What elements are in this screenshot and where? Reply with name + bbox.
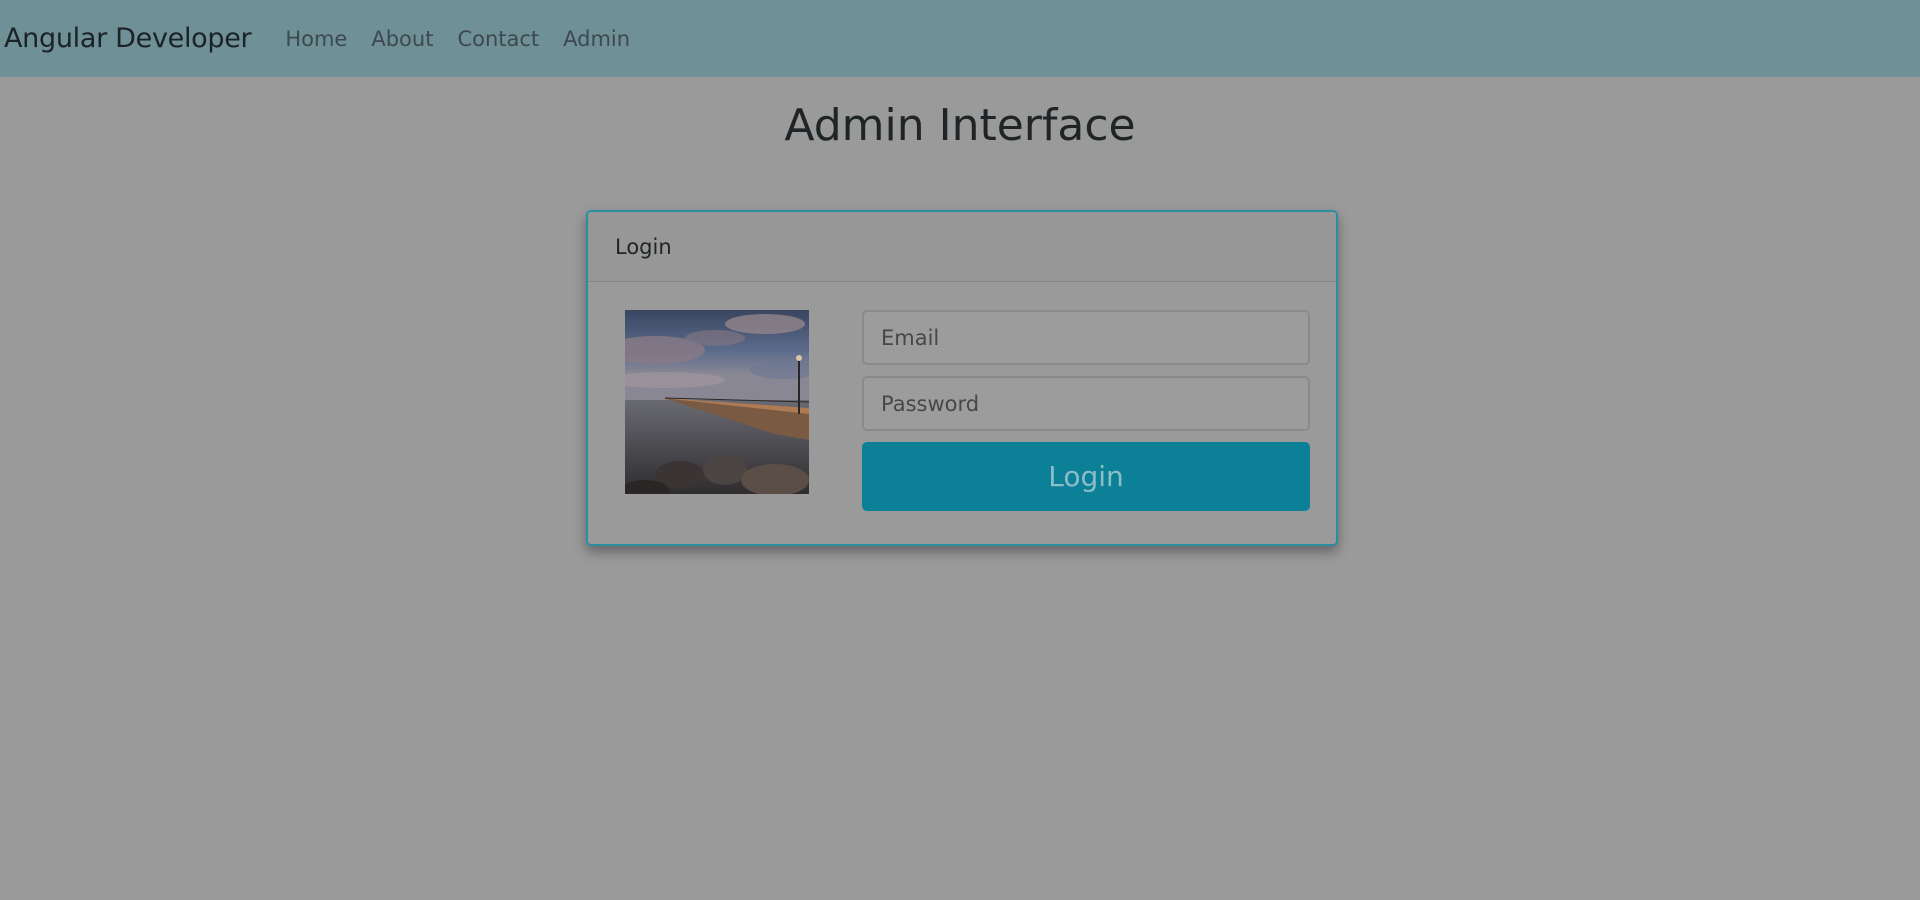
login-card-header: Login bbox=[588, 212, 1336, 282]
nav-links: Home About Contact Admin bbox=[285, 27, 630, 51]
password-field[interactable] bbox=[862, 376, 1310, 431]
nav-link-admin[interactable]: Admin bbox=[563, 27, 630, 51]
email-field[interactable] bbox=[862, 310, 1310, 365]
login-card-body: Login bbox=[588, 282, 1336, 544]
page-title: Admin Interface bbox=[784, 100, 1136, 151]
pier-photo bbox=[625, 310, 809, 494]
navbar: Angular Developer Home About Contact Adm… bbox=[0, 0, 1920, 77]
nav-link-about[interactable]: About bbox=[371, 27, 433, 51]
nav-link-contact[interactable]: Contact bbox=[457, 27, 539, 51]
login-button[interactable]: Login bbox=[862, 442, 1310, 511]
brand-link[interactable]: Angular Developer bbox=[4, 23, 252, 54]
nav-link-home[interactable]: Home bbox=[285, 27, 347, 51]
login-card: Login Email Login bbox=[586, 210, 1338, 546]
